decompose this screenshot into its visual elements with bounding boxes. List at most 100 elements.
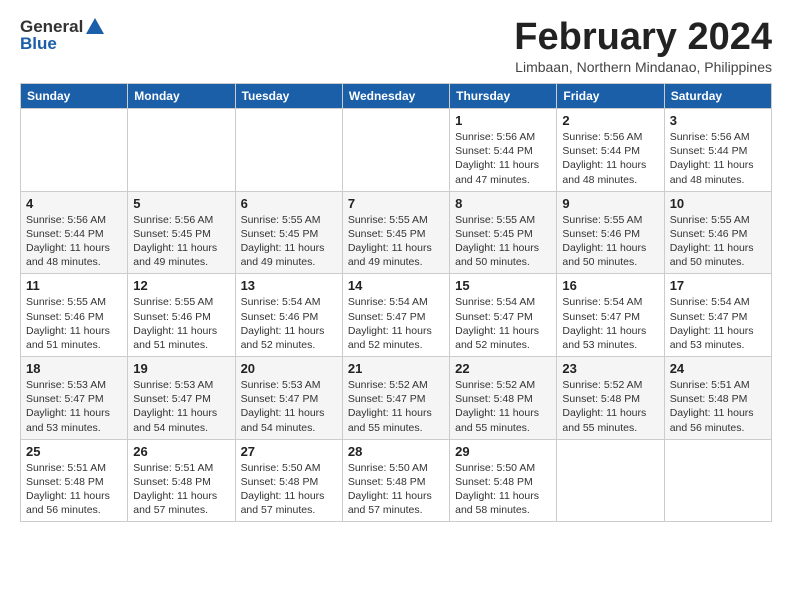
day-number: 5	[133, 196, 229, 211]
header-tuesday: Tuesday	[235, 84, 342, 109]
day-info: Sunrise: 5:55 AMSunset: 5:46 PMDaylight:…	[133, 295, 229, 352]
header-saturday: Saturday	[664, 84, 771, 109]
table-row: 25 Sunrise: 5:51 AMSunset: 5:48 PMDayligh…	[21, 439, 128, 522]
day-info: Sunrise: 5:56 AMSunset: 5:44 PMDaylight:…	[26, 213, 122, 270]
day-number: 28	[348, 444, 444, 459]
day-number: 7	[348, 196, 444, 211]
day-number: 16	[562, 278, 658, 293]
day-number: 14	[348, 278, 444, 293]
day-number: 29	[455, 444, 551, 459]
day-number: 12	[133, 278, 229, 293]
day-info: Sunrise: 5:55 AMSunset: 5:46 PMDaylight:…	[562, 213, 658, 270]
day-number: 3	[670, 113, 766, 128]
day-number: 22	[455, 361, 551, 376]
table-row	[557, 439, 664, 522]
table-row: 15 Sunrise: 5:54 AMSunset: 5:47 PMDayligh…	[450, 274, 557, 357]
day-info: Sunrise: 5:50 AMSunset: 5:48 PMDaylight:…	[241, 461, 337, 518]
day-number: 4	[26, 196, 122, 211]
day-number: 6	[241, 196, 337, 211]
calendar-table: Sunday Monday Tuesday Wednesday Thursday…	[20, 83, 772, 522]
table-row: 7 Sunrise: 5:55 AMSunset: 5:45 PMDaylight…	[342, 191, 449, 274]
day-info: Sunrise: 5:51 AMSunset: 5:48 PMDaylight:…	[670, 378, 766, 435]
day-number: 25	[26, 444, 122, 459]
day-info: Sunrise: 5:52 AMSunset: 5:48 PMDaylight:…	[455, 378, 551, 435]
day-info: Sunrise: 5:54 AMSunset: 5:47 PMDaylight:…	[562, 295, 658, 352]
day-number: 24	[670, 361, 766, 376]
table-row	[342, 109, 449, 192]
day-number: 18	[26, 361, 122, 376]
day-number: 19	[133, 361, 229, 376]
table-row: 17 Sunrise: 5:54 AMSunset: 5:47 PMDayligh…	[664, 274, 771, 357]
table-row: 1 Sunrise: 5:56 AMSunset: 5:44 PMDaylight…	[450, 109, 557, 192]
table-row	[664, 439, 771, 522]
table-row: 28 Sunrise: 5:50 AMSunset: 5:48 PMDayligh…	[342, 439, 449, 522]
day-info: Sunrise: 5:54 AMSunset: 5:46 PMDaylight:…	[241, 295, 337, 352]
day-number: 27	[241, 444, 337, 459]
day-info: Sunrise: 5:56 AMSunset: 5:45 PMDaylight:…	[133, 213, 229, 270]
day-info: Sunrise: 5:56 AMSunset: 5:44 PMDaylight:…	[670, 130, 766, 187]
title-section: February 2024 Limbaan, Northern Mindanao…	[514, 16, 772, 75]
day-info: Sunrise: 5:55 AMSunset: 5:45 PMDaylight:…	[455, 213, 551, 270]
day-info: Sunrise: 5:56 AMSunset: 5:44 PMDaylight:…	[455, 130, 551, 187]
table-row: 5 Sunrise: 5:56 AMSunset: 5:45 PMDaylight…	[128, 191, 235, 274]
table-row: 21Sunrise: 5:52 AMSunset: 5:47 PMDayligh…	[342, 357, 449, 440]
day-number: 23	[562, 361, 658, 376]
day-info: Sunrise: 5:55 AMSunset: 5:45 PMDaylight:…	[241, 213, 337, 270]
table-row: 13 Sunrise: 5:54 AMSunset: 5:46 PMDayligh…	[235, 274, 342, 357]
table-row: 11Sunrise: 5:55 AMSunset: 5:46 PMDayligh…	[21, 274, 128, 357]
header-wednesday: Wednesday	[342, 84, 449, 109]
day-info: Sunrise: 5:54 AMSunset: 5:47 PMDaylight:…	[348, 295, 444, 352]
day-number: 2	[562, 113, 658, 128]
day-info: Sunrise: 5:55 AMSunset: 5:46 PMDaylight:…	[670, 213, 766, 270]
day-number: 13	[241, 278, 337, 293]
day-info: Sunrise: 5:54 AMSunset: 5:47 PMDaylight:…	[670, 295, 766, 352]
table-row: 6 Sunrise: 5:55 AMSunset: 5:45 PMDaylight…	[235, 191, 342, 274]
day-number: 9	[562, 196, 658, 211]
day-number: 26	[133, 444, 229, 459]
logo: General Blue	[20, 16, 107, 54]
day-number: 1	[455, 113, 551, 128]
day-number: 10	[670, 196, 766, 211]
table-row: 18 Sunrise: 5:53 AMSunset: 5:47 PMDayligh…	[21, 357, 128, 440]
table-row: 16 Sunrise: 5:54 AMSunset: 5:47 PMDayligh…	[557, 274, 664, 357]
table-row: 8 Sunrise: 5:55 AMSunset: 5:45 PMDaylight…	[450, 191, 557, 274]
table-row	[21, 109, 128, 192]
location-subtitle: Limbaan, Northern Mindanao, Philippines	[514, 59, 772, 75]
table-row: 14 Sunrise: 5:54 AMSunset: 5:47 PMDayligh…	[342, 274, 449, 357]
header-thursday: Thursday	[450, 84, 557, 109]
table-row: 23 Sunrise: 5:52 AMSunset: 5:48 PMDayligh…	[557, 357, 664, 440]
day-info: Sunrise: 5:55 AMSunset: 5:46 PMDaylight:…	[26, 295, 122, 352]
table-row	[128, 109, 235, 192]
header-friday: Friday	[557, 84, 664, 109]
table-row: 3 Sunrise: 5:56 AMSunset: 5:44 PMDaylight…	[664, 109, 771, 192]
day-info: Sunrise: 5:53 AMSunset: 5:47 PMDaylight:…	[26, 378, 122, 435]
table-row: 4 Sunrise: 5:56 AMSunset: 5:44 PMDaylight…	[21, 191, 128, 274]
table-row: 20Sunrise: 5:53 AMSunset: 5:47 PMDayligh…	[235, 357, 342, 440]
table-row: 22 Sunrise: 5:52 AMSunset: 5:48 PMDayligh…	[450, 357, 557, 440]
day-number: 17	[670, 278, 766, 293]
day-info: Sunrise: 5:54 AMSunset: 5:47 PMDaylight:…	[455, 295, 551, 352]
day-info: Sunrise: 5:50 AMSunset: 5:48 PMDaylight:…	[348, 461, 444, 518]
day-info: Sunrise: 5:56 AMSunset: 5:44 PMDaylight:…	[562, 130, 658, 187]
table-row: 19 Sunrise: 5:53 AMSunset: 5:47 PMDayligh…	[128, 357, 235, 440]
month-title: February 2024	[514, 16, 772, 59]
table-row: 24 Sunrise: 5:51 AMSunset: 5:48 PMDayligh…	[664, 357, 771, 440]
day-info: Sunrise: 5:55 AMSunset: 5:45 PMDaylight:…	[348, 213, 444, 270]
day-info: Sunrise: 5:52 AMSunset: 5:48 PMDaylight:…	[562, 378, 658, 435]
day-number: 15	[455, 278, 551, 293]
table-row: 2 Sunrise: 5:56 AMSunset: 5:44 PMDaylight…	[557, 109, 664, 192]
header-sunday: Sunday	[21, 84, 128, 109]
day-info: Sunrise: 5:50 AMSunset: 5:48 PMDaylight:…	[455, 461, 551, 518]
day-info: Sunrise: 5:51 AMSunset: 5:48 PMDaylight:…	[133, 461, 229, 518]
day-number: 8	[455, 196, 551, 211]
day-info: Sunrise: 5:53 AMSunset: 5:47 PMDaylight:…	[241, 378, 337, 435]
header-monday: Monday	[128, 84, 235, 109]
day-info: Sunrise: 5:51 AMSunset: 5:48 PMDaylight:…	[26, 461, 122, 518]
table-row: 9 Sunrise: 5:55 AMSunset: 5:46 PMDaylight…	[557, 191, 664, 274]
logo-icon	[84, 16, 106, 38]
day-number: 21	[348, 361, 444, 376]
table-row: 26 Sunrise: 5:51 AMSunset: 5:48 PMDayligh…	[128, 439, 235, 522]
table-row	[235, 109, 342, 192]
table-row: 27 Sunrise: 5:50 AMSunset: 5:48 PMDayligh…	[235, 439, 342, 522]
day-info: Sunrise: 5:53 AMSunset: 5:47 PMDaylight:…	[133, 378, 229, 435]
